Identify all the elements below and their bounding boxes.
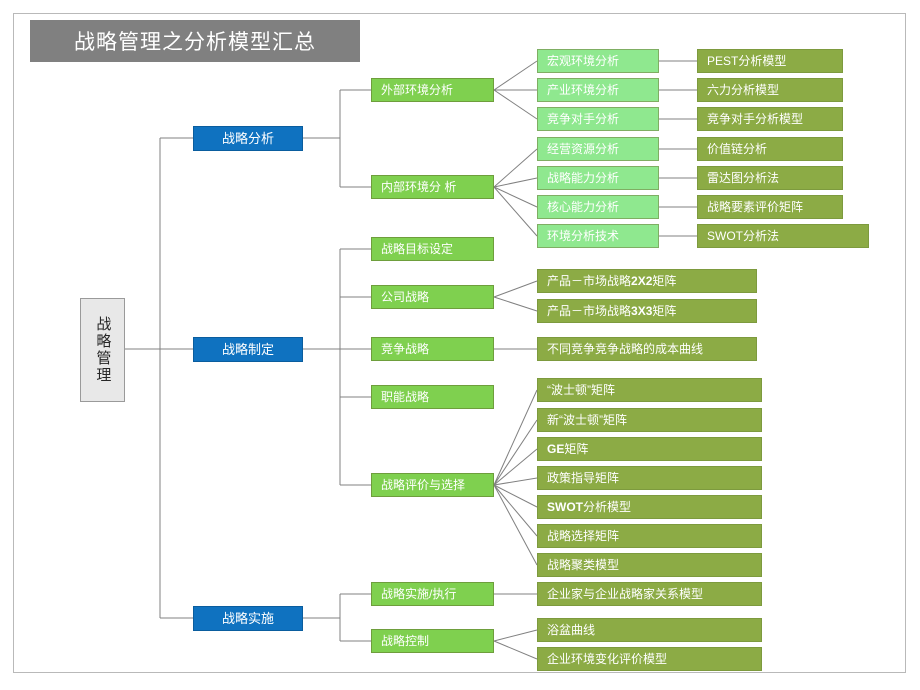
node-strategic-capability-analysis[interactable]: 战略能力分析 (537, 166, 659, 190)
branch-label: 战略分析 (221, 131, 274, 146)
node-label: 战略能力分析 (547, 171, 620, 185)
node-corporate-strategy[interactable]: 公司战略 (371, 285, 494, 309)
node-label-pre: “波士顿”矩阵 (547, 383, 615, 397)
node-strategy-clustering-model[interactable]: 战略聚类模型 (537, 553, 762, 577)
node-strategy-evaluation-selection[interactable]: 战略评价与选择 (371, 473, 494, 497)
node-external-environment-analysis[interactable]: 外部环境分析 (371, 78, 494, 102)
node-label: 竞争对手分析 (547, 112, 620, 126)
node-label: 环境分析技术 (547, 229, 620, 243)
node-product-market-2x2-matrix[interactable]: 产品－市场战略 2X2 矩阵 (537, 269, 757, 293)
node-label: 战略要素评价矩阵 (707, 200, 804, 214)
node-label-pre: 产品－市场战略 (547, 304, 632, 318)
node-label: 宏观环境分析 (547, 54, 620, 68)
node-label: SWOT分析法 (707, 229, 779, 243)
node-swot-analysis-method[interactable]: SWOT分析法 (697, 224, 869, 248)
node-label-post: 矩阵 (652, 304, 677, 318)
node-enterprise-environment-change-evaluation-model[interactable]: 企业环境变化评价模型 (537, 647, 762, 671)
node-strategy-execution[interactable]: 战略实施/执行 (371, 582, 494, 606)
node-internal-environment-analysis[interactable]: 内部环境分 析 (371, 175, 494, 199)
node-policy-guidance-matrix[interactable]: 政策指导矩阵 (537, 466, 762, 490)
node-six-forces-model[interactable]: 六力分析模型 (697, 78, 843, 102)
node-operating-resource-analysis[interactable]: 经营资源分析 (537, 137, 659, 161)
node-entrepreneur-strategist-relationship-model[interactable]: 企业家与企业战略家关系模型 (537, 582, 762, 606)
node-label: 六力分析模型 (707, 83, 780, 97)
node-label-pre: 战略选择矩阵 (547, 529, 620, 543)
node-label: 竞争对手分析模型 (707, 112, 804, 126)
node-label-post: 矩阵 (564, 442, 589, 456)
node-label-emphasis: 2X2 (631, 274, 653, 288)
node-label: 职能战略 (381, 390, 430, 404)
branch-node-strategic-analysis[interactable]: 战略分析 (193, 126, 303, 151)
slide-canvas: 战略管理之分析模型汇总 战略管理 战略分析 战略制定 战略实施 外部环境分析 内… (0, 0, 920, 690)
node-competitor-analysis-model[interactable]: 竞争对手分析模型 (697, 107, 843, 131)
node-label: 价值链分析 (707, 142, 768, 156)
branch-node-strategy-implementation[interactable]: 战略实施 (193, 606, 303, 631)
branch-label: 战略实施 (221, 611, 274, 626)
node-label: 企业环境变化评价模型 (547, 652, 668, 666)
node-label-post: 分析模型 (583, 500, 632, 514)
node-core-competence-analysis[interactable]: 核心能力分析 (537, 195, 659, 219)
node-label-pre: 产品－市场战略 (547, 274, 632, 288)
branch-label: 战略制定 (221, 342, 274, 357)
node-ge-matrix[interactable]: GE 矩阵 (537, 437, 762, 461)
node-environment-analysis-technique[interactable]: 环境分析技术 (537, 224, 659, 248)
node-pest-model[interactable]: PEST分析模型 (697, 49, 843, 73)
branch-node-strategy-formulation[interactable]: 战略制定 (193, 337, 303, 362)
node-label-post: 矩阵 (652, 274, 677, 288)
node-label-pre: 新“波士顿”矩阵 (547, 413, 627, 427)
node-label: 内部环境分 析 (381, 180, 457, 194)
node-label-pre: 政策指导矩阵 (547, 471, 620, 485)
node-label: 外部环境分析 (381, 83, 454, 97)
node-label: 战略控制 (381, 634, 430, 648)
node-label: PEST分析模型 (707, 54, 787, 68)
node-strategy-control[interactable]: 战略控制 (371, 629, 494, 653)
node-label: 核心能力分析 (547, 200, 620, 214)
node-new-bcg-matrix[interactable]: 新“波士顿”矩阵 (537, 408, 762, 432)
node-label: 竞争战略 (381, 342, 430, 356)
root-node-strategic-management[interactable]: 战略管理 (80, 298, 125, 402)
node-label-emphasis: SWOT (547, 500, 583, 514)
node-bathtub-curve[interactable]: 浴盆曲线 (537, 618, 762, 642)
node-label: 产业环境分析 (547, 83, 620, 97)
node-bcg-matrix[interactable]: “波士顿”矩阵 (537, 378, 762, 402)
node-swot-analysis-model[interactable]: SWOT 分析模型 (537, 495, 762, 519)
node-label: 雷达图分析法 (707, 171, 780, 185)
node-label: 企业家与企业战略家关系模型 (547, 587, 704, 601)
node-label: 战略目标设定 (381, 242, 454, 256)
node-label: 战略评价与选择 (381, 478, 466, 492)
node-cost-curve-of-competitive-strategies[interactable]: 不同竞争竞争战略的成本曲线 (537, 337, 757, 361)
node-label-pre: 战略聚类模型 (547, 558, 620, 572)
node-label: 浴盆曲线 (547, 623, 596, 637)
node-macro-environment-analysis[interactable]: 宏观环境分析 (537, 49, 659, 73)
node-value-chain-analysis[interactable]: 价值链分析 (697, 137, 843, 161)
node-label: 战略实施/执行 (381, 587, 457, 601)
page-title: 战略管理之分析模型汇总 (30, 20, 360, 62)
node-radar-chart-analysis[interactable]: 雷达图分析法 (697, 166, 843, 190)
node-functional-strategy[interactable]: 职能战略 (371, 385, 494, 409)
node-label-emphasis: GE (547, 442, 565, 456)
node-label-emphasis: 3X3 (631, 304, 653, 318)
node-strategic-factor-evaluation-matrix[interactable]: 战略要素评价矩阵 (697, 195, 843, 219)
node-label: 公司战略 (381, 290, 430, 304)
node-industry-environment-analysis[interactable]: 产业环境分析 (537, 78, 659, 102)
node-label: 不同竞争竞争战略的成本曲线 (547, 342, 704, 356)
node-strategic-goal-setting[interactable]: 战略目标设定 (371, 237, 494, 261)
node-competitive-strategy[interactable]: 竞争战略 (371, 337, 494, 361)
node-label: 经营资源分析 (547, 142, 620, 156)
node-competitor-analysis[interactable]: 竞争对手分析 (537, 107, 659, 131)
node-product-market-3x3-matrix[interactable]: 产品－市场战略 3X3 矩阵 (537, 299, 757, 323)
node-strategy-selection-matrix[interactable]: 战略选择矩阵 (537, 524, 762, 548)
root-node-label: 战略管理 (94, 316, 112, 384)
